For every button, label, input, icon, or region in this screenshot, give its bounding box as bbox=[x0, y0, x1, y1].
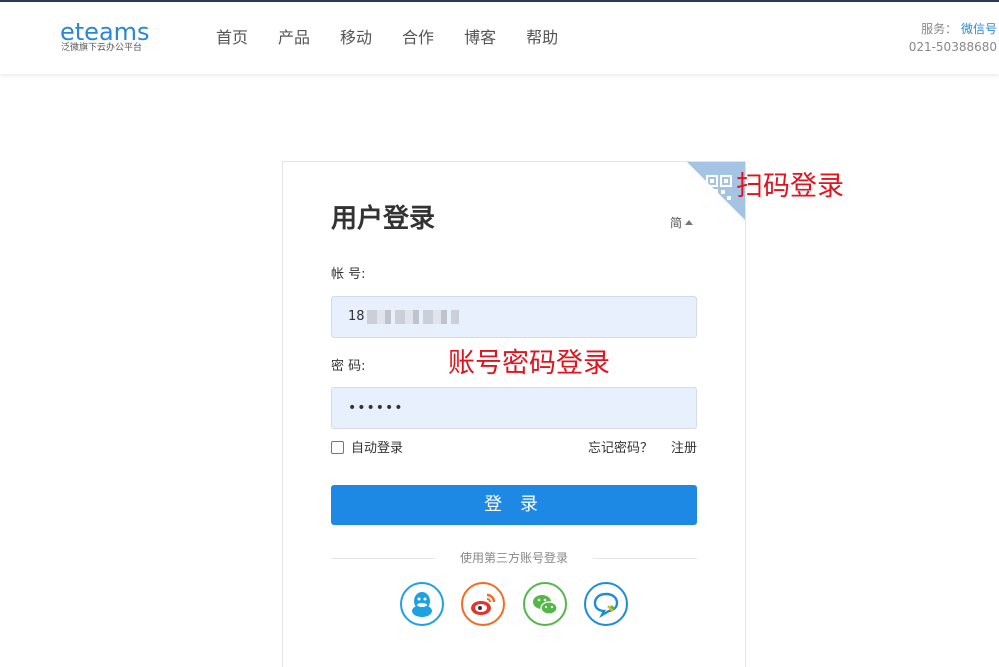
weibo-icon[interactable] bbox=[461, 582, 505, 626]
login-title: 用户登录 bbox=[331, 204, 436, 234]
qq-icon[interactable] bbox=[400, 582, 444, 626]
annotation-account-password-login: 账号密码登录 bbox=[448, 348, 610, 379]
auto-login-label[interactable]: 自动登录 bbox=[351, 440, 403, 458]
service-phone: 021-50388680 bbox=[908, 40, 997, 54]
chat-icon[interactable] bbox=[584, 582, 628, 626]
site-header: eteams 泛微旗下云办公平台 首页 产品 移动 合作 博客 帮助 服务： 微… bbox=[0, 2, 999, 74]
third-party-divider: 使用第三方账号登录 bbox=[331, 550, 697, 566]
register-link[interactable]: 注册 bbox=[671, 440, 697, 458]
service-contact: 服务： 微信号 021-50388680 bbox=[909, 20, 997, 56]
nav-item-help[interactable]: 帮助 bbox=[526, 28, 558, 48]
nav-item-mobile[interactable]: 移动 bbox=[340, 28, 372, 48]
login-card: 用户登录 简 帐 号: 18 密 码: •••••• 自动登录 忘记密码？ 注册… bbox=[282, 161, 746, 667]
account-value: 18 bbox=[348, 309, 365, 324]
nav-item-blog[interactable]: 博客 bbox=[464, 28, 496, 48]
logo-tagline: 泛微旗下云办公平台 bbox=[61, 43, 143, 53]
nav-item-products[interactable]: 产品 bbox=[278, 28, 310, 48]
language-label: 简 bbox=[669, 216, 682, 230]
password-label: 密 码: bbox=[331, 359, 366, 374]
language-switch[interactable]: 简 bbox=[670, 214, 693, 231]
eteams-logo[interactable]: eteams 泛微旗下云办公平台 bbox=[60, 18, 160, 58]
caret-up-icon bbox=[685, 220, 693, 225]
forgot-password-link[interactable]: 忘记密码？ bbox=[588, 440, 653, 458]
auto-login-row: 自动登录 忘记密码？ 注册 bbox=[331, 441, 697, 461]
service-label: 服务： bbox=[921, 22, 958, 36]
account-input[interactable]: 18 bbox=[331, 296, 697, 338]
social-login-list bbox=[400, 582, 630, 628]
blurred-account-digits bbox=[366, 309, 459, 324]
wechat-icon[interactable] bbox=[523, 582, 567, 626]
auto-login-checkbox[interactable] bbox=[331, 441, 344, 454]
login-button[interactable]: 登 录 bbox=[331, 485, 697, 525]
main-nav: 首页 产品 移动 合作 博客 帮助 bbox=[216, 2, 588, 74]
password-input[interactable]: •••••• bbox=[331, 387, 697, 429]
nav-item-partners[interactable]: 合作 bbox=[402, 28, 434, 48]
password-value: •••••• bbox=[348, 400, 404, 416]
divider-line-right bbox=[593, 558, 697, 559]
wechat-link[interactable]: 微信号 bbox=[961, 22, 997, 36]
nav-item-home[interactable]: 首页 bbox=[216, 28, 248, 48]
account-label: 帐 号: bbox=[331, 267, 366, 282]
annotation-qr-login: 扫码登录 bbox=[736, 171, 844, 202]
